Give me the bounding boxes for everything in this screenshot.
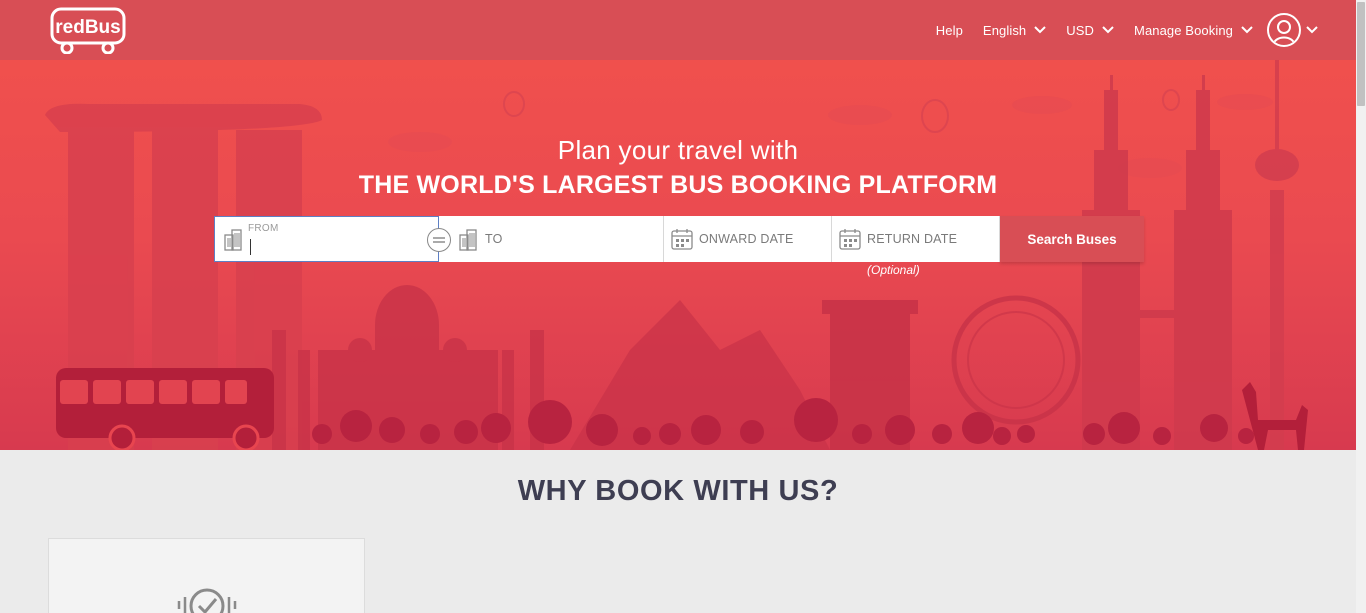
nav-language-dropdown[interactable]: English (983, 23, 1046, 38)
hero-banner: Plan your travel with THE WORLD'S LARGES… (0, 60, 1356, 450)
chevron-down-icon (1241, 26, 1253, 34)
search-buses-button[interactable]: Search Buses (1000, 216, 1144, 262)
from-input[interactable] (248, 237, 418, 257)
swap-icon[interactable] (427, 228, 451, 252)
chevron-down-icon (1102, 26, 1114, 34)
verified-check-icon (177, 588, 237, 613)
top-header: redBus Help English USD Manage Booking (0, 0, 1356, 60)
chevron-down-icon (1034, 26, 1046, 34)
redbus-logo[interactable]: redBus (50, 6, 128, 55)
onward-date-field[interactable]: ONWARD DATE (664, 216, 832, 262)
calendar-icon (839, 229, 861, 250)
user-menu[interactable] (1267, 13, 1318, 47)
nav-currency-label: USD (1066, 22, 1095, 38)
onward-date-label: ONWARD DATE (699, 232, 794, 246)
logo-text: redBus (55, 17, 120, 38)
user-icon (1267, 13, 1301, 47)
nav-help[interactable]: Help (936, 23, 963, 38)
calendar-icon (671, 229, 693, 250)
hero-title-line1: Plan your travel with (557, 135, 799, 165)
feature-card (48, 538, 365, 613)
nav-manage-booking-label: Manage Booking (1134, 22, 1233, 38)
to-field[interactable]: TO (439, 216, 664, 262)
to-label: TO (485, 232, 503, 246)
return-date-field[interactable]: RETURN DATE (832, 216, 1000, 262)
page-scrollbar[interactable] (1356, 0, 1366, 613)
nav-currency-dropdown[interactable]: USD (1066, 23, 1114, 38)
text-caret (250, 239, 251, 255)
bus-search-form: FROM TO ONWARD DATE RETURN DATE Search B… (214, 216, 1144, 262)
return-optional-note: (Optional) (867, 263, 920, 277)
building-icon (224, 229, 242, 251)
from-label: FROM (248, 223, 279, 234)
nav-help-label: Help (935, 22, 963, 38)
building-icon (459, 229, 477, 251)
why-book-heading: WHY BOOK WITH US? (517, 475, 839, 507)
top-nav: Help English USD Manage Booking (916, 0, 1318, 60)
return-date-label: RETURN DATE (867, 232, 958, 246)
nav-manage-booking-dropdown[interactable]: Manage Booking (1134, 23, 1253, 38)
nav-language-label: English (982, 22, 1027, 38)
hero-title-line2: THE WORLD'S LARGEST BUS BOOKING PLATFORM (358, 171, 998, 199)
chevron-down-icon (1306, 26, 1318, 34)
from-field[interactable]: FROM (214, 216, 451, 262)
scrollbar-thumb[interactable] (1357, 2, 1365, 106)
